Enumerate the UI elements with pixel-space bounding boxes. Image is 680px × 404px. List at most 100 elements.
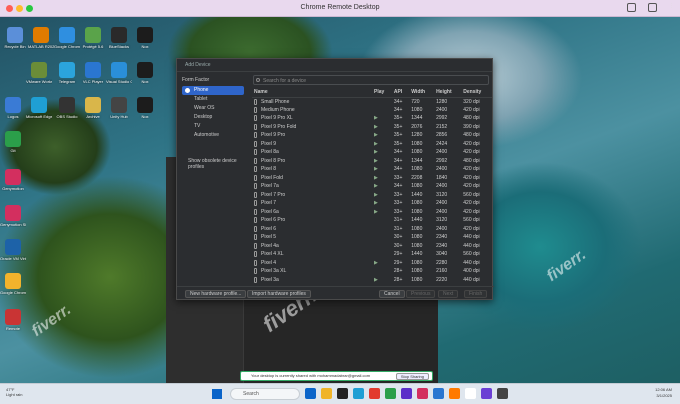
device-row[interactable]: Pixel 3a XL 28+ 1080 2160 400 dpi bbox=[252, 267, 492, 276]
column-header-name[interactable]: Name bbox=[252, 88, 372, 98]
column-header-api[interactable]: API bbox=[391, 88, 410, 98]
new-hardware-profile-button[interactable]: New hardware profile... bbox=[185, 290, 247, 298]
device-row[interactable]: Pixel 7 Pro ▶ 33+ 1440 3120 560 dpi bbox=[252, 191, 492, 200]
device-name: Pixel 4 XL bbox=[261, 251, 284, 258]
taskbar-app-icon[interactable] bbox=[385, 388, 396, 399]
desktop-icon[interactable]: Remote bbox=[0, 309, 26, 331]
desktop-icon[interactable]: Telegram bbox=[54, 62, 80, 84]
desktop-icon[interactable]: Genymotion bbox=[0, 169, 26, 191]
taskbar-app-icon[interactable] bbox=[433, 388, 444, 399]
device-row[interactable]: Pixel 9 Pro Fold ▶ 35+ 2076 2152 390 dpi bbox=[252, 123, 492, 132]
api-level: 30+ bbox=[393, 242, 403, 249]
device-row[interactable]: Pixel 7a ▶ 34+ 1080 2400 420 dpi bbox=[252, 182, 492, 191]
form-factor-phone[interactable]: Phone bbox=[182, 86, 244, 95]
device-row[interactable]: Pixel 9 ▶ 35+ 1080 2424 420 dpi bbox=[252, 140, 492, 149]
show-obsolete-checkbox[interactable]: Show obsolete device profiles bbox=[182, 158, 244, 170]
desktop-icon[interactable]: Nox bbox=[132, 27, 158, 49]
form-factor-tablet[interactable]: Tablet bbox=[182, 95, 244, 104]
desktop-icon[interactable]: Logos bbox=[0, 97, 26, 119]
desktop-icon[interactable]: OBS Studio bbox=[54, 97, 80, 119]
desktop-icon[interactable]: Google Chrome bbox=[0, 273, 26, 295]
taskbar-app-icon[interactable] bbox=[481, 388, 492, 399]
desktop-icon[interactable]: Microsoft Edge bbox=[26, 97, 52, 119]
device-row[interactable]: Pixel 7 ▶ 33+ 1080 2400 420 dpi bbox=[252, 199, 492, 208]
device-name-cell: Pixel 7 Pro bbox=[252, 191, 372, 200]
column-header-density[interactable]: Density bbox=[461, 88, 492, 98]
phone-icon bbox=[254, 225, 257, 232]
taskbar-app-icon[interactable] bbox=[369, 388, 380, 399]
device-search-input[interactable]: Search for a device bbox=[253, 75, 489, 85]
column-header-play[interactable]: Play bbox=[372, 88, 392, 98]
dialog-header: Add Device bbox=[177, 59, 492, 72]
finish-button[interactable]: Finish bbox=[464, 290, 488, 298]
desktop-icon[interactable]: Nox bbox=[132, 97, 158, 119]
taskbar-app-icon[interactable] bbox=[497, 388, 508, 399]
form-factor-wear-os[interactable]: Wear OS bbox=[182, 104, 244, 113]
api-level: 33+ bbox=[393, 200, 403, 207]
desktop-icon[interactable]: Archive bbox=[80, 97, 106, 119]
device-row[interactable]: Small Phone 34+ 720 1280 320 dpi bbox=[252, 97, 492, 106]
device-row[interactable]: Pixel 3a ▶ 28+ 1080 2220 440 dpi bbox=[252, 276, 492, 285]
desktop-icon-label: Telegram bbox=[58, 79, 76, 84]
app-icon bbox=[137, 97, 153, 113]
taskbar-app-icon[interactable] bbox=[417, 388, 428, 399]
desktop-icon[interactable]: Recycle Bin bbox=[2, 27, 28, 49]
copy-icon[interactable] bbox=[648, 3, 657, 12]
cancel-button[interactable]: Cancel bbox=[379, 290, 405, 298]
device-row[interactable]: Pixel 6 Pro 31+ 1440 3120 560 dpi bbox=[252, 216, 492, 225]
device-row[interactable]: Pixel 9 Pro XL ▶ 35+ 1344 2992 480 dpi bbox=[252, 114, 492, 123]
form-factor-automotive[interactable]: Automotive bbox=[182, 131, 244, 140]
device-row[interactable]: Pixel 4a 30+ 1080 2340 440 dpi bbox=[252, 242, 492, 251]
weather-widget[interactable]: 47°F Light rain bbox=[6, 387, 22, 397]
device-name: Pixel 3a bbox=[261, 276, 279, 283]
taskbar-app-icon[interactable] bbox=[337, 388, 348, 399]
stop-sharing-button[interactable]: Stop Sharing bbox=[395, 373, 429, 380]
desktop-icon[interactable]: Unity Hub bbox=[106, 97, 132, 119]
desktop-icon[interactable]: Visual Studio Code bbox=[106, 62, 132, 84]
desktop-icon[interactable]: Google Chrome bbox=[54, 27, 80, 49]
desktop-icon[interactable]: VMware Workstat... bbox=[26, 62, 52, 84]
desktop-icon-label: VLC Player bbox=[82, 79, 104, 84]
taskbar-app-icon[interactable] bbox=[321, 388, 332, 399]
desktop-icon[interactable]: Nox bbox=[132, 62, 158, 84]
play-store-icon: ▶ bbox=[374, 259, 378, 266]
device-row[interactable]: Pixel 4 XL 29+ 1440 3040 560 dpi bbox=[252, 250, 492, 259]
windows-start-icon[interactable] bbox=[212, 389, 222, 399]
device-row[interactable]: Pixel 9 Pro ▶ 35+ 1280 2856 480 dpi bbox=[252, 131, 492, 140]
device-row[interactable]: Pixel 5 30+ 1080 2340 440 dpi bbox=[252, 233, 492, 242]
taskbar-search[interactable]: Search bbox=[230, 388, 300, 400]
desktop-icon[interactable]: BlueStacks bbox=[106, 27, 132, 49]
device-row[interactable]: Pixel 6 31+ 1080 2400 420 dpi bbox=[252, 225, 492, 234]
taskbar-app-icon[interactable] bbox=[465, 388, 476, 399]
desktop-icon[interactable]: Protégé 5.6 bbox=[80, 27, 106, 49]
desktop-icon[interactable]: Genymotion Shell bbox=[0, 205, 26, 227]
device-row[interactable]: Medium Phone 34+ 1080 2400 420 dpi bbox=[252, 106, 492, 115]
device-row[interactable]: Pixel 8 Pro ▶ 34+ 1344 2992 480 dpi bbox=[252, 157, 492, 166]
desktop-icon[interactable]: Git bbox=[0, 131, 26, 153]
previous-button[interactable]: Previous bbox=[406, 290, 436, 298]
column-header-width[interactable]: Width bbox=[409, 88, 435, 98]
device-row[interactable]: Pixel Fold ▶ 33+ 2208 1840 420 dpi bbox=[252, 174, 492, 183]
column-header-height[interactable]: Height bbox=[434, 88, 462, 98]
system-tray-clock[interactable]: 12:06 AM 3/1/2025 bbox=[655, 387, 672, 399]
device-row[interactable]: Pixel 8 ▶ 34+ 1080 2400 420 dpi bbox=[252, 165, 492, 174]
device-row[interactable]: Pixel 6a ▶ 33+ 1080 2400 420 dpi bbox=[252, 208, 492, 217]
device-name: Pixel 7a bbox=[261, 183, 279, 190]
desktop-icon-label: Genymotion Shell bbox=[0, 222, 26, 227]
import-hardware-profiles-button[interactable]: Import hardware profiles bbox=[247, 290, 311, 298]
taskbar-app-icon[interactable] bbox=[449, 388, 460, 399]
taskbar-app-icon[interactable] bbox=[353, 388, 364, 399]
taskbar-app-icon[interactable] bbox=[305, 388, 316, 399]
form-factor-tv[interactable]: TV bbox=[182, 122, 244, 131]
taskbar-app-icon[interactable] bbox=[401, 388, 412, 399]
menu-icon[interactable]: ⋮ bbox=[669, 3, 674, 12]
desktop-icon[interactable]: VLC Player bbox=[80, 62, 106, 84]
share-icon[interactable] bbox=[627, 3, 636, 12]
next-button[interactable]: Next bbox=[438, 290, 459, 298]
form-factor-desktop[interactable]: Desktop bbox=[182, 113, 244, 122]
desktop-icon[interactable]: Oracle VM VirtualBox bbox=[0, 239, 26, 261]
device-row[interactable]: Pixel 4 ▶ 29+ 1080 2280 440 dpi bbox=[252, 259, 492, 268]
device-row[interactable]: Pixel 8a ▶ 34+ 1080 2400 420 dpi bbox=[252, 148, 492, 157]
screen-density: 420 dpi bbox=[463, 166, 480, 173]
desktop-icon[interactable]: MATLAB R2024a bbox=[28, 27, 54, 49]
